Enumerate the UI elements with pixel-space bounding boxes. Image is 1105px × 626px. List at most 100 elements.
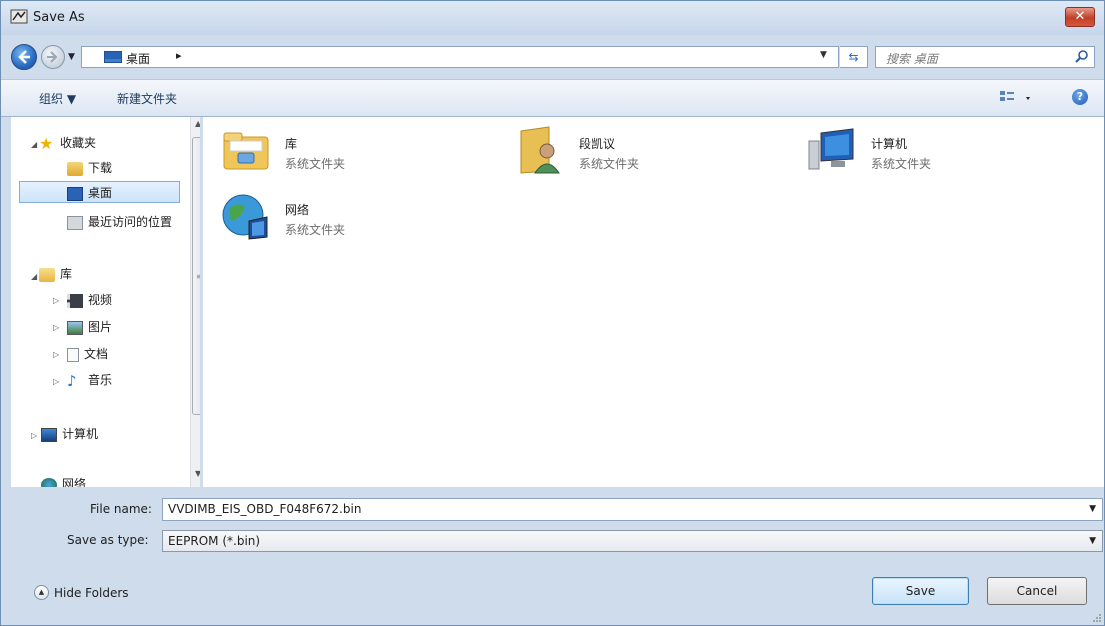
nav-recent-places[interactable]: 最近访问的位置 [67, 211, 172, 233]
network-icon [222, 194, 268, 240]
chevron-down-icon[interactable]: ▼ [1089, 504, 1096, 514]
navigation-pane: ◢ ★ 收藏夹 下载 桌面 最近访问的位置 ◢ 库 ▷ 视频 ▷ 图片 ▷ 文档 … [11, 117, 200, 487]
refresh-button[interactable]: ⇆ [840, 46, 868, 68]
breadcrumb-chevron-icon[interactable]: ▸ [176, 49, 182, 62]
address-bar[interactable]: 桌面 ▸ ▼ [81, 46, 839, 68]
scrollbar-thumb[interactable]: ≡ [192, 137, 200, 415]
new-folder-button[interactable]: 新建文件夹 [117, 90, 177, 107]
search-box[interactable]: 搜索 桌面 [875, 46, 1095, 68]
resize-grip-icon[interactable] [1093, 614, 1101, 622]
list-item[interactable]: 网络 系统文件夹 [221, 191, 481, 251]
window-title: Save As [33, 10, 85, 25]
file-name-field[interactable]: VVDIMB_EIS_OBD_F048F672.bin ▼ [162, 498, 1103, 521]
list-item[interactable]: 库 系统文件夹 [221, 125, 481, 185]
nav-recent-label: 最近访问的位置 [88, 215, 173, 229]
chevron-down-icon[interactable]: ▼ [1089, 536, 1096, 546]
user-folder-icon [520, 126, 560, 174]
view-icon [1000, 91, 1030, 101]
pictures-expand-icon[interactable]: ▷ [53, 323, 59, 332]
cancel-button[interactable]: Cancel [987, 577, 1087, 605]
save-as-dialog: Save As ✕ ▼ 桌面 ▸ ▼ ⇆ 搜索 桌面 组织 ▼ 新建文件夹 ? … [0, 0, 1105, 626]
item-type: 系统文件夹 [285, 223, 346, 237]
music-expand-icon[interactable]: ▷ [53, 377, 59, 386]
favorites-expand-icon[interactable]: ◢ [31, 140, 37, 149]
back-button[interactable] [11, 44, 37, 70]
nav-network[interactable]: 网络 [41, 473, 86, 487]
item-type: 系统文件夹 [871, 157, 932, 171]
nav-network-label: 网络 [62, 477, 87, 487]
nav-downloads-label: 下载 [88, 161, 113, 175]
search-placeholder: 搜索 桌面 [886, 52, 938, 66]
save-type-select[interactable]: EEPROM (*.bin) ▼ [162, 530, 1103, 552]
computer-icon [808, 128, 854, 170]
nav-favorites-label: 收藏夹 [60, 136, 97, 150]
organize-menu[interactable]: 组织 ▼ [39, 90, 76, 107]
save-type-label: Save as type: [67, 533, 149, 547]
title-bar[interactable]: Save As ✕ [1, 1, 1104, 35]
nav-pictures[interactable]: 图片 [67, 316, 112, 338]
desktop-icon [67, 186, 83, 201]
nav-computer[interactable]: 计算机 [41, 423, 98, 445]
nav-music-label: 音乐 [88, 373, 113, 387]
star-icon: ★ [39, 133, 54, 153]
refresh-icon: ⇆ [848, 50, 859, 64]
save-button[interactable]: Save [872, 577, 969, 605]
list-item[interactable]: 段凯议 系统文件夹 [515, 125, 775, 185]
nav-desktop-label: 桌面 [88, 186, 113, 200]
nav-computer-label: 计算机 [62, 427, 99, 441]
libraries-expand-icon[interactable]: ◢ [31, 272, 37, 281]
item-name: 网络 [285, 203, 310, 217]
breadcrumb-desktop[interactable]: 桌面 [126, 50, 150, 67]
nav-videos[interactable]: 视频 [67, 289, 112, 311]
close-button[interactable]: ✕ [1065, 7, 1095, 27]
nav-music[interactable]: ♪ 音乐 [67, 369, 112, 391]
chevron-up-icon[interactable]: ▲ [34, 585, 49, 600]
item-type: 系统文件夹 [579, 157, 640, 171]
app-icon [10, 9, 28, 24]
address-dropdown-icon[interactable]: ▼ [820, 50, 827, 60]
back-arrow-icon [18, 50, 30, 64]
scroll-up-icon[interactable]: ▲ [195, 119, 200, 128]
file-list: 库 系统文件夹 段凯议 系统文件夹 计算机 系统文件夹 网络 系统文件夹 [203, 117, 1104, 487]
documents-expand-icon[interactable]: ▷ [53, 350, 59, 359]
item-name: 段凯议 [579, 137, 616, 151]
documents-icon [67, 347, 79, 362]
library-folder-icon [223, 132, 269, 170]
close-icon: ✕ [1074, 9, 1086, 24]
nav-documents-label: 文档 [84, 347, 109, 361]
list-item[interactable]: 计算机 系统文件夹 [807, 125, 1067, 185]
item-type: 系统文件夹 [285, 157, 346, 171]
navigation-bar: ▼ 桌面 ▸ ▼ ⇆ 搜索 桌面 [1, 35, 1104, 79]
nav-downloads[interactable]: 下载 [67, 157, 112, 179]
desktop-icon [104, 51, 122, 63]
recent-places-icon [67, 215, 83, 230]
item-name: 计算机 [871, 137, 908, 151]
search-icon[interactable] [1074, 49, 1090, 65]
command-toolbar: 组织 ▼ 新建文件夹 ? [1, 79, 1104, 117]
computer-icon [41, 427, 57, 442]
forward-arrow-icon [47, 51, 58, 63]
change-view-button[interactable] [998, 89, 1036, 107]
help-button[interactable]: ? [1072, 89, 1088, 105]
nav-pictures-label: 图片 [88, 320, 113, 334]
history-dropdown[interactable]: ▼ [68, 48, 78, 66]
nav-libraries[interactable]: 库 [39, 263, 72, 285]
nav-desktop[interactable]: 桌面 [19, 181, 180, 203]
music-icon: ♪ [67, 371, 77, 390]
downloads-folder-icon [67, 161, 83, 176]
videos-expand-icon[interactable]: ▷ [53, 296, 59, 305]
hide-folders-button[interactable]: Hide Folders [54, 586, 129, 600]
scroll-down-icon[interactable]: ▼ [195, 469, 200, 478]
grip-icon: ≡ [196, 272, 200, 281]
network-icon [41, 477, 57, 487]
forward-button[interactable] [41, 45, 65, 69]
file-name-value[interactable]: VVDIMB_EIS_OBD_F048F672.bin [168, 502, 361, 516]
video-icon [67, 293, 83, 308]
nav-libraries-label: 库 [60, 267, 73, 281]
nav-scrollbar[interactable]: ▲ ≡ ▼ [190, 117, 200, 487]
nav-favorites[interactable]: ★ 收藏夹 [39, 132, 96, 154]
library-icon [39, 267, 55, 282]
computer-expand-icon[interactable]: ▷ [31, 431, 37, 440]
item-name: 库 [285, 137, 298, 151]
nav-documents[interactable]: 文档 [67, 343, 108, 365]
